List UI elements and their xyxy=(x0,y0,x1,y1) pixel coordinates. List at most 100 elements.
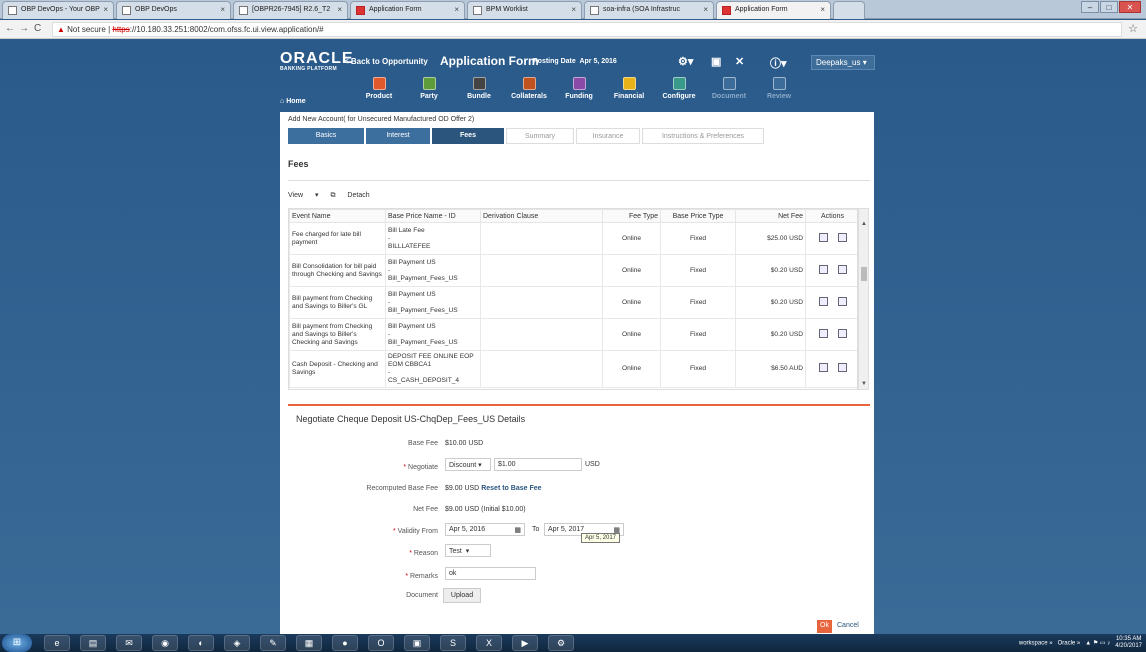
close-icon[interactable]: × xyxy=(454,5,459,14)
details-icon[interactable] xyxy=(837,328,847,338)
browser-tab-active[interactable]: Application Form × xyxy=(716,1,831,19)
column-header[interactable]: Net Fee xyxy=(735,209,806,223)
remarks-input[interactable]: ok xyxy=(445,567,536,580)
browser-tab[interactable]: Application Form × xyxy=(350,1,465,19)
nav-collaterals[interactable]: Collaterals xyxy=(509,77,549,100)
excel-icon[interactable]: X xyxy=(476,635,502,651)
table-row[interactable]: Bill payment from Checking and Savings t… xyxy=(289,286,857,319)
close-icon[interactable]: × xyxy=(220,5,225,14)
browser-tab[interactable]: OBP DevOps - Your OBP × xyxy=(2,1,114,19)
details-icon[interactable] xyxy=(837,363,847,372)
tool-icon[interactable]: ▣ xyxy=(404,635,430,651)
table-scrollbar[interactable]: ▲ ▼ xyxy=(858,208,869,390)
toolbar-workspace[interactable]: workspace xyxy=(1019,641,1048,647)
browser-tab[interactable]: [OBPR26-7945] R2.6_T2 × xyxy=(233,1,348,19)
ok-button[interactable]: Ok xyxy=(817,620,832,633)
step-interest[interactable]: Interest xyxy=(366,128,430,144)
chrome-icon[interactable]: ◉ xyxy=(152,635,178,651)
calendar-icon[interactable]: ▦ xyxy=(514,526,521,534)
column-header[interactable]: Fee Type xyxy=(602,209,661,223)
close-icon[interactable]: ✕ xyxy=(735,55,744,68)
outlook-icon[interactable]: ✉ xyxy=(116,635,142,651)
back-arrow-icon[interactable]: ← xyxy=(5,23,15,34)
nav-document[interactable]: Document xyxy=(709,77,749,100)
back-to-opportunity-link[interactable]: < Back to Opportunity xyxy=(344,57,428,66)
explorer-icon[interactable]: ▤ xyxy=(80,635,106,651)
firefox-icon[interactable]: ◐ xyxy=(188,635,214,651)
nav-funding[interactable]: Funding xyxy=(559,77,599,100)
table-row[interactable]: Bill Consolidation for bill paid through… xyxy=(289,254,857,287)
scroll-thumb[interactable] xyxy=(861,267,867,281)
info-icon[interactable]: ⓘ▾ xyxy=(770,55,787,71)
nav-bundle[interactable]: Bundle xyxy=(459,77,499,100)
detach-button[interactable]: ⧉ Detach xyxy=(330,192,379,199)
edit-icon[interactable] xyxy=(818,232,828,242)
save-icon[interactable]: ▣ xyxy=(711,55,721,68)
close-icon[interactable]: × xyxy=(820,5,825,14)
minimize-icon[interactable]: – xyxy=(1081,1,1099,13)
details-icon[interactable] xyxy=(837,264,847,274)
bookmark-star-icon[interactable]: ☆ xyxy=(1128,22,1138,35)
tray-icons[interactable]: ▲ ⚑ ▭ ♪ xyxy=(1085,641,1110,647)
reset-to-base-fee-link[interactable]: Reset to Base Fee xyxy=(481,485,541,492)
skype-icon[interactable]: S xyxy=(440,635,466,651)
table-row[interactable]: Cash Deposit - Checking and Savings DEPO… xyxy=(289,350,857,388)
lync-icon[interactable]: ● xyxy=(332,635,358,651)
validity-from-input[interactable]: Apr 5, 2016 ▦ xyxy=(445,523,525,536)
close-icon[interactable]: × xyxy=(571,5,576,14)
app-icon[interactable]: ◈ xyxy=(224,635,250,651)
step-insurance[interactable]: Insurance xyxy=(576,128,640,144)
column-header[interactable]: Derivation Clause xyxy=(480,209,603,223)
edit-icon[interactable] xyxy=(818,328,828,338)
scroll-down-icon[interactable]: ▼ xyxy=(861,381,867,387)
column-header[interactable]: Base Price Name - ID xyxy=(385,209,481,223)
project-icon[interactable]: ▦ xyxy=(296,635,322,651)
step-basics[interactable]: Basics xyxy=(288,128,364,144)
column-header[interactable]: Actions xyxy=(805,209,857,223)
nav-financial[interactable]: Financial xyxy=(609,77,649,100)
table-row[interactable]: Fee charged for late bill payment Bill L… xyxy=(289,222,857,255)
step-instructions[interactable]: Instructions & Preferences xyxy=(642,128,764,144)
reload-icon[interactable]: C xyxy=(34,23,41,34)
edit-icon[interactable] xyxy=(818,363,828,372)
view-menu[interactable]: View ▾ xyxy=(288,192,319,199)
nav-party[interactable]: Party xyxy=(409,77,449,100)
close-icon[interactable]: × xyxy=(703,5,708,14)
close-window-icon[interactable]: ✕ xyxy=(1119,1,1141,13)
settings-icon[interactable]: ⚙▾ xyxy=(678,55,693,68)
upload-button[interactable]: Upload xyxy=(443,588,481,603)
home-link[interactable]: ⌂ Home xyxy=(280,98,306,105)
column-header[interactable]: Event Name xyxy=(289,209,386,223)
media-icon[interactable]: ▶ xyxy=(512,635,538,651)
url-field[interactable]: ▲ Not secure | https://10.180.33.251:800… xyxy=(52,22,1122,37)
browser-tab[interactable]: OBP DevOps × xyxy=(116,1,231,19)
cancel-link[interactable]: Cancel xyxy=(837,622,859,629)
toolbar-oracle[interactable]: Oracle xyxy=(1058,641,1076,647)
user-menu[interactable]: Deepaks_us ▾ xyxy=(811,55,875,70)
edit-icon[interactable] xyxy=(818,264,828,274)
details-icon[interactable] xyxy=(837,232,847,242)
new-tab-button[interactable] xyxy=(833,1,865,19)
nav-product[interactable]: Product xyxy=(359,77,399,100)
network-icon[interactable]: ⚙ xyxy=(548,635,574,651)
edit-icon[interactable] xyxy=(818,296,828,306)
close-icon[interactable]: × xyxy=(103,5,108,14)
details-icon[interactable] xyxy=(837,296,847,306)
opera-icon[interactable]: O xyxy=(368,635,394,651)
nav-review[interactable]: Review xyxy=(759,77,799,100)
negotiate-mode-select[interactable]: Discount ▾ xyxy=(445,458,491,471)
table-row[interactable]: Bill payment from Checking and Savings t… xyxy=(289,318,857,351)
close-icon[interactable]: × xyxy=(337,5,342,14)
browser-tab[interactable]: BPM Worklist × xyxy=(467,1,582,19)
notepad-icon[interactable]: ✎ xyxy=(260,635,286,651)
ie-icon[interactable]: e xyxy=(44,635,70,651)
start-button[interactable]: ⊞ xyxy=(2,634,32,652)
maximize-icon[interactable]: □ xyxy=(1100,1,1118,13)
column-header[interactable]: Base Price Type xyxy=(660,209,736,223)
clock[interactable]: 10:35 AM 4/20/2017 xyxy=(1115,636,1142,650)
browser-tab[interactable]: soa-infra (SOA Infrastruc × xyxy=(584,1,714,19)
step-fees[interactable]: Fees xyxy=(432,128,504,144)
step-summary[interactable]: Summary xyxy=(506,128,574,144)
nav-configure[interactable]: Configure xyxy=(659,77,699,100)
reason-select[interactable]: Test ▾ xyxy=(445,544,491,557)
